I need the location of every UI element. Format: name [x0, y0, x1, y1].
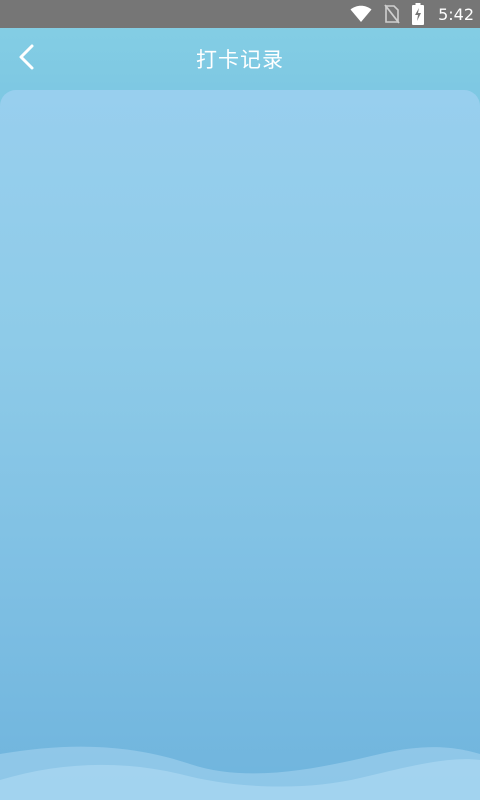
status-bar: 5:42: [0, 0, 480, 28]
screen: 5:42 打卡记录: [0, 0, 480, 800]
content-card: [0, 90, 480, 800]
no-sim-icon: [384, 4, 400, 24]
wave-decoration: [0, 746, 480, 800]
wifi-icon: [350, 5, 372, 23]
page-title: 打卡记录: [196, 48, 284, 72]
back-button[interactable]: [10, 42, 42, 76]
status-time: 5:42: [438, 4, 474, 24]
chevron-left-icon: [16, 43, 36, 75]
header: 打卡记录: [0, 28, 480, 90]
battery-charging-icon: [412, 3, 425, 25]
